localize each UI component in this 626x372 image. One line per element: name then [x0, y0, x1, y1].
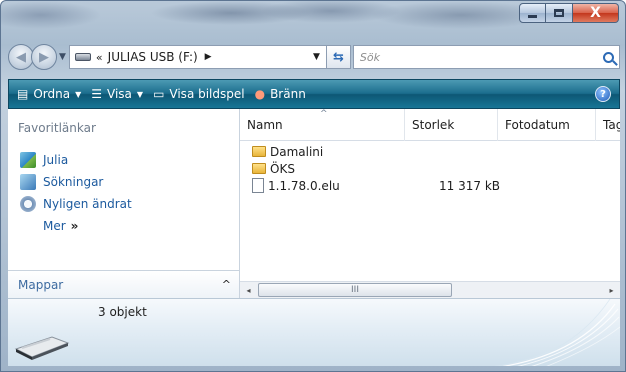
minimize-icon: [528, 14, 537, 18]
folder-icon: [252, 146, 266, 157]
close-icon: X: [590, 5, 601, 21]
favorite-searches[interactable]: Sökningar: [20, 171, 132, 193]
views-icon: ☰: [91, 87, 103, 101]
favorite-label: Sökningar: [43, 175, 104, 189]
details-pane: 3 objekt: [8, 298, 620, 366]
refresh-button[interactable]: ⇆: [326, 45, 351, 69]
usb-drive-icon: [74, 53, 91, 61]
list-item[interactable]: 1.1.78.0.elu 11 317 kB: [252, 177, 500, 194]
sort-ascending-icon: ^: [320, 109, 328, 119]
navigation-row: ◀ ▶ ▼ « JULIAS USB (F:) ▶ ▼ ⇆ Sök: [8, 42, 620, 72]
usb-drive-icon: [14, 336, 70, 360]
folders-label: Mappar: [18, 277, 64, 292]
more-link[interactable]: Mer »: [43, 215, 132, 237]
column-label: Namn: [247, 118, 283, 132]
list-item[interactable]: ÖKS: [252, 160, 500, 177]
column-label: Storlek: [412, 118, 455, 132]
chevron-down-icon: ▼: [136, 89, 144, 99]
minimize-button[interactable]: [519, 3, 546, 23]
search-icon[interactable]: [603, 51, 614, 63]
file-icon: [252, 178, 264, 193]
forward-arrow-icon: ▶: [39, 49, 49, 65]
views-label: Visa: [107, 87, 132, 101]
chevron-down-icon: ▼: [75, 89, 82, 99]
slideshow-icon: ▭: [153, 87, 165, 101]
scroll-right-icon[interactable]: ▸: [603, 286, 620, 295]
burn-icon: ●: [254, 87, 266, 101]
column-header-tags[interactable]: Tag: [596, 109, 620, 141]
column-header-size[interactable]: Storlek: [405, 109, 498, 141]
breadcrumb-drive[interactable]: JULIAS USB (F:): [108, 50, 198, 64]
column-label: Fotodatum: [505, 118, 570, 132]
burn-button[interactable]: ● Bränn: [255, 87, 306, 101]
folders-section-toggle[interactable]: Mappar ^: [8, 270, 239, 298]
scrollbar-thumb[interactable]: III: [258, 283, 452, 297]
slideshow-label: Visa bildspel: [169, 87, 245, 101]
favorites-header: Favoritlänkar: [18, 121, 96, 135]
search-placeholder: Sök: [359, 50, 381, 64]
chevron-up-icon[interactable]: ^: [222, 278, 231, 291]
item-size: 11 317 kB: [439, 178, 500, 193]
horizontal-scrollbar[interactable]: ◂ III ▸: [240, 281, 620, 298]
item-name: 1.1.78.0.elu: [268, 178, 340, 193]
favorite-recently-changed[interactable]: Nyligen ändrat: [20, 193, 132, 215]
grip-icon: III: [351, 285, 359, 295]
organize-icon: ▤: [17, 87, 29, 101]
file-list-pane: Namn ^ Storlek Fotodatum Tag Damalini ÖK…: [240, 109, 620, 298]
organize-button[interactable]: ▤ Ordna ▼: [17, 87, 81, 101]
favorite-label: Julia: [43, 153, 69, 167]
navigation-pane: Favoritlänkar Julia Sökningar Nyligen än…: [8, 109, 240, 298]
item-name: Damalini: [270, 144, 324, 159]
list-item[interactable]: Damalini: [252, 143, 500, 160]
scroll-left-icon[interactable]: ◂: [240, 286, 257, 295]
folder-icon: [252, 163, 266, 174]
favorite-label: Nyligen ändrat: [43, 197, 132, 211]
help-button[interactable]: ?: [595, 86, 611, 102]
item-count: 3 objekt: [98, 305, 147, 319]
column-header-photo-date[interactable]: Fotodatum: [498, 109, 596, 141]
caption-buttons: X: [519, 3, 619, 23]
user-folder-icon: [20, 152, 36, 168]
address-bar[interactable]: « JULIAS USB (F:) ▶ ▼: [68, 45, 327, 69]
recent-icon: [20, 196, 36, 212]
breadcrumb-chevron-icon[interactable]: ▶: [205, 52, 212, 62]
searches-icon: [20, 174, 36, 190]
views-button[interactable]: ☰ Visa ▼: [91, 87, 143, 101]
command-bar: ▤ Ordna ▼ ☰ Visa ▼ ▭ Visa bildspel ● Brä…: [8, 79, 620, 109]
decorative-swoosh: [494, 299, 620, 366]
forward-button[interactable]: ▶: [31, 44, 57, 70]
slideshow-button[interactable]: ▭ Visa bildspel: [153, 87, 245, 101]
maximize-icon: [554, 9, 564, 17]
double-chevron-icon: »: [70, 219, 79, 233]
column-header-name[interactable]: Namn ^: [240, 109, 405, 141]
address-dropdown-icon[interactable]: ▼: [307, 52, 326, 62]
favorites-list: Julia Sökningar Nyligen ändrat Mer »: [20, 149, 132, 237]
help-icon: ?: [600, 88, 606, 100]
close-button[interactable]: X: [573, 3, 619, 23]
recent-pages-dropdown[interactable]: ▼: [59, 52, 66, 62]
more-label: Mer: [43, 219, 66, 233]
column-headers: Namn ^ Storlek Fotodatum Tag: [240, 109, 620, 141]
breadcrumb-overflow[interactable]: «: [96, 51, 103, 64]
burn-label: Bränn: [270, 87, 306, 101]
file-rows: Damalini ÖKS 1.1.78.0.elu 11 317 kB: [252, 143, 500, 194]
maximize-button[interactable]: [546, 3, 573, 23]
search-input[interactable]: Sök: [352, 45, 620, 69]
organize-label: Ordna: [33, 87, 71, 101]
back-arrow-icon: ◀: [16, 49, 26, 65]
item-name: ÖKS: [270, 161, 295, 176]
favorite-julia[interactable]: Julia: [20, 149, 132, 171]
refresh-icon: ⇆: [332, 49, 344, 65]
column-label: Tag: [603, 118, 620, 132]
